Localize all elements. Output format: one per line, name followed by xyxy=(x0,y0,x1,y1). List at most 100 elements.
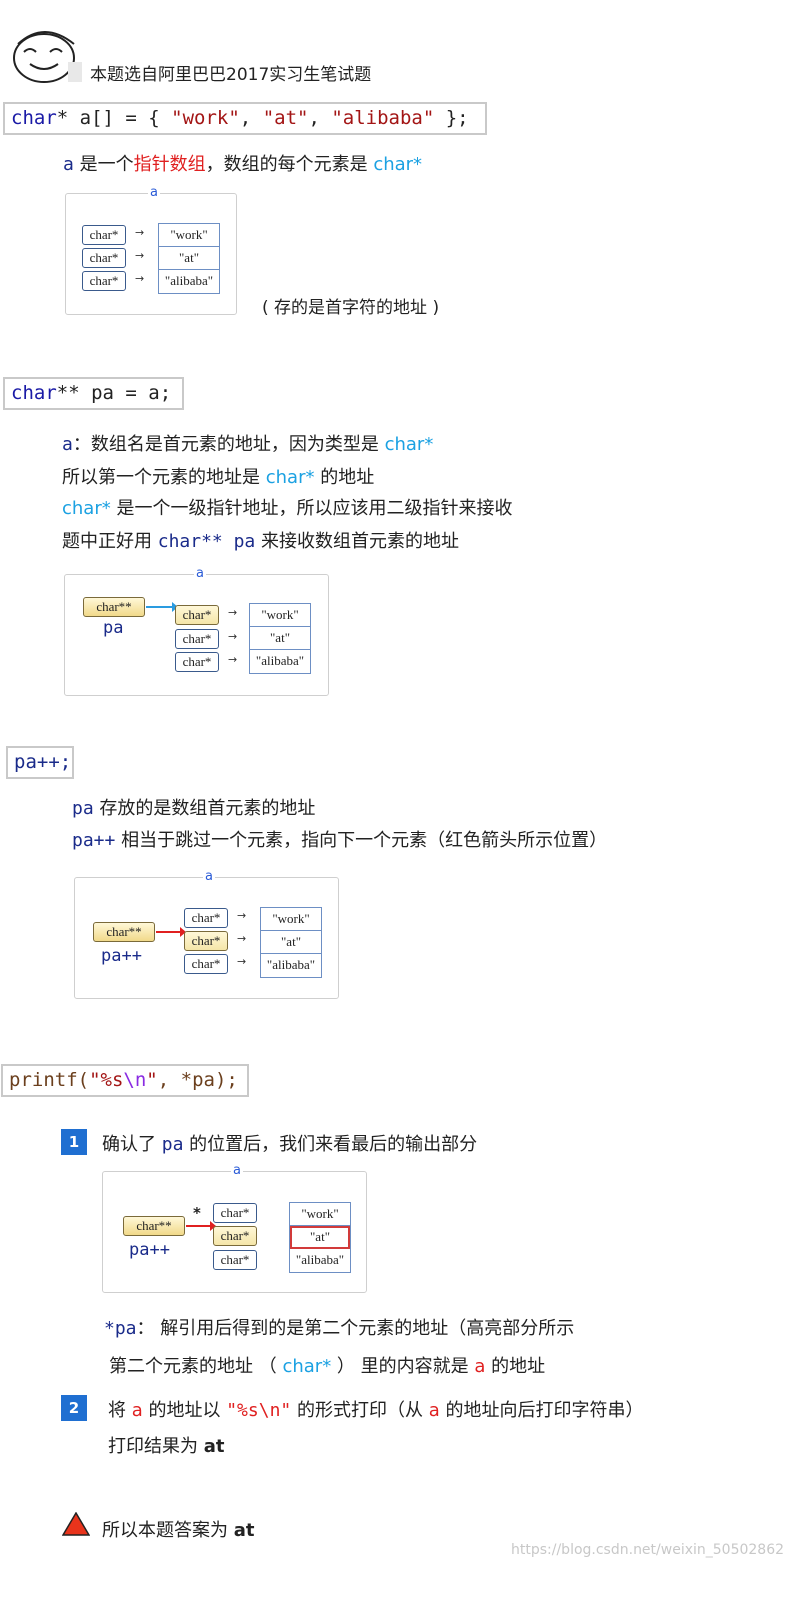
section2-line4: 题中正好用 char** pa 来接收数组首元素的地址 xyxy=(62,527,459,553)
intro-text: 本题选自阿里巴巴2017实习生笔试题 xyxy=(90,65,372,85)
text: 的形式打印（从 xyxy=(291,1400,429,1421)
code-string: "at" xyxy=(262,107,309,129)
string-cell: "at" xyxy=(159,247,219,270)
section2-line1: a：数组名是首元素的地址，因为类型是 char* xyxy=(62,430,433,456)
string-cell: "at" xyxy=(261,931,321,954)
var-pa: pa xyxy=(161,1134,184,1155)
text: 所以本题答案为 xyxy=(102,1520,234,1541)
ptr-cell: char* xyxy=(184,908,228,928)
text: ：数组名是首元素的地址，因为类型是 xyxy=(72,434,385,455)
step2-text: 将 a 的地址以 "%s\n" 的形式打印（从 a 的地址向后打印字符串） xyxy=(108,1396,643,1422)
pa-label: pa++ xyxy=(129,1240,170,1260)
answer-value: at xyxy=(233,1520,255,1541)
deref-line2: 第二个元素的地址 （ char* ） 里的内容就是 a 的地址 xyxy=(109,1352,545,1378)
text: 的地址向后打印字符串） xyxy=(439,1400,644,1421)
string-cell-selected: "at" xyxy=(290,1226,350,1249)
code-text: , xyxy=(239,107,263,129)
code-block-printf: printf("%s\n", *pa); xyxy=(1,1064,249,1097)
var-a: a xyxy=(474,1356,486,1377)
type-text: char* xyxy=(282,1356,332,1377)
avatar xyxy=(8,22,84,84)
ptr-cell: char* xyxy=(175,605,219,625)
code-string: "alibaba" xyxy=(331,107,435,129)
arrow-icon xyxy=(146,602,178,612)
arrow-icon: → xyxy=(237,955,247,968)
code-function: printf( xyxy=(9,1069,90,1091)
var-a: a xyxy=(63,154,74,175)
arrow-icon: → xyxy=(228,630,238,643)
code-inline: "%s\n" xyxy=(226,1400,292,1421)
code-block-declaration: char* a[] = { "work", "at", "alibaba" }; xyxy=(3,102,487,135)
diagram-pa-increment: a char** pa++ char* char* char* → → → "w… xyxy=(74,869,339,999)
diagram-array: a char* char* char* → → → "work" "at" "a… xyxy=(65,185,237,315)
code-text: }; xyxy=(434,107,469,129)
code-keyword: char xyxy=(11,382,57,404)
code-text: , xyxy=(308,107,332,129)
text: 所以第一个元素的地址是 xyxy=(62,467,266,488)
arrow-icon: → xyxy=(237,932,247,945)
var-pa: pa xyxy=(72,798,94,819)
type-text: char* xyxy=(62,498,111,519)
code-inline: *pa xyxy=(104,1318,137,1339)
code-text: * a[] = { xyxy=(56,107,172,129)
text: 来接收数组首元素的地址 xyxy=(255,531,460,552)
string-column: "work" "at" "alibaba" xyxy=(289,1202,351,1273)
pp-cell: char** xyxy=(93,922,155,942)
text: 的位置后，我们来看最后的输出部分 xyxy=(183,1134,478,1155)
diagram-pa: a char** pa char* char* char* → → → "wor… xyxy=(64,566,329,696)
string-cell: "alibaba" xyxy=(295,1252,345,1267)
text: 第二个元素的地址 （ xyxy=(109,1356,283,1377)
text: 的地址 xyxy=(485,1356,546,1377)
result-value: at xyxy=(203,1436,225,1457)
text: 题中正好用 xyxy=(62,531,158,552)
code-text: , *pa); xyxy=(157,1069,238,1091)
pp-cell: char** xyxy=(123,1216,185,1236)
string-cell: "alibaba" xyxy=(255,653,305,668)
string-column: "work" "at" "alibaba" xyxy=(249,603,311,674)
note-text: ( 存的是首字符的地址 ) xyxy=(262,298,440,318)
diagram-label: a xyxy=(231,1163,243,1178)
section2-line2: 所以第一个元素的地址是 char* 的地址 xyxy=(62,463,374,489)
arrow-icon: → xyxy=(237,909,247,922)
diagram-deref: a char** pa++ * char* char* char* "work"… xyxy=(102,1163,367,1293)
warning-triangle-icon xyxy=(62,1512,90,1536)
text: 相当于跳过一个元素，指向下一个元素（红色箭头所示位置） xyxy=(115,830,608,851)
ptr-cell: char* xyxy=(175,652,219,672)
text: 打印结果为 xyxy=(108,1436,204,1457)
arrow-icon: → xyxy=(228,606,238,619)
arrow-icon: → xyxy=(135,249,145,262)
text: 的地址 xyxy=(314,467,375,488)
code-text: ** pa = a; xyxy=(56,382,172,404)
code-text: pa++; xyxy=(14,751,72,773)
text: ，数组的每个元素是 xyxy=(205,154,374,175)
string-cell: "work" xyxy=(250,604,310,627)
var-a: a xyxy=(131,1400,143,1421)
ptr-cell: char* xyxy=(213,1203,257,1223)
diagram-label: a xyxy=(194,566,206,581)
diagram-label: a xyxy=(148,185,160,200)
pp-cell: char** xyxy=(83,597,145,617)
section1-line1: a 是一个指针数组，数组的每个元素是 char* xyxy=(63,150,422,176)
ptr-cell: char* xyxy=(184,954,228,974)
text: 是一个 xyxy=(73,154,134,175)
code-string: " xyxy=(146,1069,158,1091)
diagram-label: a xyxy=(203,869,215,884)
text: ： 解引用后得到的是第二个元素的地址（高亮部分所示 xyxy=(136,1318,575,1339)
highlight-text: 指针数组 xyxy=(133,154,206,175)
var-pa: pa++ xyxy=(72,830,116,851)
string-cell: "work" xyxy=(261,908,321,931)
ptr-cell: char* xyxy=(175,629,219,649)
step1-text: 确认了 pa 的位置后，我们来看最后的输出部分 xyxy=(102,1130,477,1156)
code-block-increment: pa++; xyxy=(6,746,74,779)
step-badge-2: 2 xyxy=(61,1395,87,1421)
ptr-cell: char* xyxy=(82,248,126,268)
arrow-icon: → xyxy=(135,226,145,239)
result-line: 打印结果为 at xyxy=(108,1432,225,1458)
type-text: char* xyxy=(265,467,315,488)
pa-label: pa++ xyxy=(101,946,142,966)
text: 确认了 xyxy=(102,1134,162,1155)
deref-line1: *pa： 解引用后得到的是第二个元素的地址（高亮部分所示 xyxy=(104,1314,574,1340)
var-a: a xyxy=(62,434,73,455)
text: 将 xyxy=(108,1400,132,1421)
section2-line3: char* 是一个一级指针地址，所以应该用二级指针来接收 xyxy=(62,494,512,520)
